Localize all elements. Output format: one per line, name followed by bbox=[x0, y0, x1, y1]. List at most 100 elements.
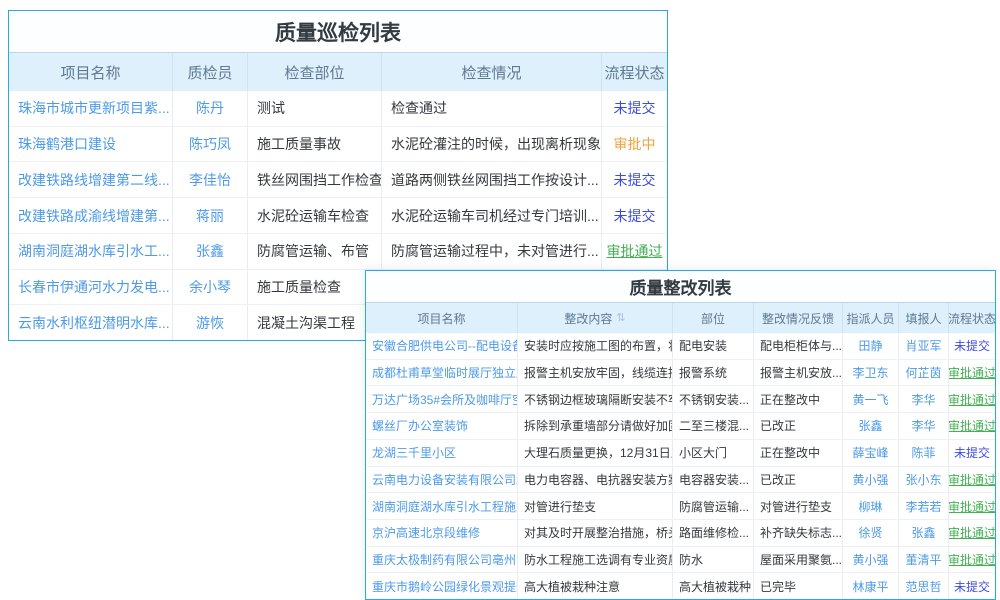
header-project-name: 项目名称 bbox=[366, 303, 518, 333]
inspector-name[interactable]: 游恢 bbox=[173, 305, 248, 340]
project-name-link[interactable]: 成都杜甫草堂临时展厅独立展... bbox=[366, 360, 518, 386]
assignee-name[interactable]: 黄小强 bbox=[843, 467, 899, 493]
project-name-link[interactable]: 螺丝厂办公室装饰 bbox=[366, 413, 518, 439]
inspection-part: 混凝土沟渠工程 bbox=[248, 305, 382, 340]
column-label: 质检员 bbox=[187, 62, 232, 83]
table-row: 珠海市城市更新项目紫...陈丹测试检查通过未提交 bbox=[9, 91, 667, 127]
reporter-name[interactable]: 李华 bbox=[899, 386, 949, 412]
process-status[interactable]: 审批通过 bbox=[949, 493, 995, 519]
assignee-name[interactable]: 李卫东 bbox=[843, 360, 899, 386]
rectification-table-header: 项目名称整改内容⇅部位整改情况反馈指派人员填报人流程状态 bbox=[366, 303, 995, 333]
process-status[interactable]: 审批通过 bbox=[949, 386, 995, 412]
table-row: 万达广场35#会所及咖啡厅空...不锈钢边框玻璃隔断安装不牢...不锈钢安装..… bbox=[366, 386, 995, 413]
table-row: 云南电力设备安装有限公司20...电力电容器、电抗器安装方案...电容器安装..… bbox=[366, 467, 995, 494]
process-status[interactable]: 审批通过 bbox=[949, 467, 995, 493]
part: 小区大门 bbox=[673, 440, 754, 466]
assignee-name[interactable]: 林康平 bbox=[843, 573, 899, 599]
process-status[interactable]: 审批通过 bbox=[949, 520, 995, 546]
project-name-link[interactable]: 湖南洞庭湖水库引水工... bbox=[9, 234, 173, 269]
column-label: 检查部位 bbox=[284, 62, 344, 83]
project-name-link[interactable]: 京沪高速北京段维修 bbox=[366, 520, 518, 546]
inspector-name[interactable]: 陈巧凤 bbox=[173, 127, 248, 162]
inspector-name[interactable]: 余小琴 bbox=[173, 270, 248, 305]
column-label: 检查情况 bbox=[461, 62, 521, 83]
rectify-content: 电力电容器、电抗器安装方案... bbox=[518, 467, 673, 493]
process-status: 未提交 bbox=[949, 440, 995, 466]
table-row: 改建铁路成渝线增建第...蒋丽水泥砼运输车检查水泥砼运输车司机经过专门培训...… bbox=[9, 198, 667, 234]
project-name-link[interactable]: 云南电力设备安装有限公司20... bbox=[366, 467, 518, 493]
reporter-name[interactable]: 李若若 bbox=[899, 493, 949, 519]
header-inspection-part: 检查部位 bbox=[248, 53, 382, 91]
project-name-link[interactable]: 珠海市城市更新项目紫... bbox=[9, 91, 173, 126]
feedback: 配电柜柜体与... bbox=[754, 333, 843, 359]
table-row: 珠海鹤港口建设陈巧凤施工质量事故水泥砼灌注的时候，出现离析现象审批中 bbox=[9, 127, 667, 163]
part: 电容器安装... bbox=[673, 467, 754, 493]
feedback: 已改正 bbox=[754, 413, 843, 439]
assignee-name[interactable]: 徐贤 bbox=[843, 520, 899, 546]
reporter-name[interactable]: 张小东 bbox=[899, 467, 949, 493]
rectify-content: 报警主机安放牢固，线缆连接... bbox=[518, 360, 673, 386]
reporter-name[interactable]: 李华 bbox=[899, 413, 949, 439]
header-rectify-content[interactable]: 整改内容⇅ bbox=[518, 303, 673, 333]
project-name-link[interactable]: 龙湖三千里小区 bbox=[366, 440, 518, 466]
assignee-name[interactable]: 黄小强 bbox=[843, 547, 899, 573]
project-name-link[interactable]: 珠海鹤港口建设 bbox=[9, 127, 173, 162]
header-feedback: 整改情况反馈 bbox=[754, 303, 843, 333]
project-name-link[interactable]: 万达广场35#会所及咖啡厅空... bbox=[366, 386, 518, 412]
feedback: 已改正 bbox=[754, 467, 843, 493]
rectify-content: 不锈钢边框玻璃隔断安装不牢... bbox=[518, 386, 673, 412]
reporter-name[interactable]: 何芷茵 bbox=[899, 360, 949, 386]
part: 高大植被栽种 bbox=[673, 573, 754, 599]
rectification-table-card: 质量整改列表 项目名称整改内容⇅部位整改情况反馈指派人员填报人流程状态 安徽合肥… bbox=[365, 270, 996, 600]
project-name-link[interactable]: 安徽合肥供电公司--配电设备... bbox=[366, 333, 518, 359]
reporter-name[interactable]: 范思哲 bbox=[899, 573, 949, 599]
assignee-name[interactable]: 薛宝峰 bbox=[843, 440, 899, 466]
reporter-name[interactable]: 肖亚军 bbox=[899, 333, 949, 359]
process-status: 未提交 bbox=[949, 573, 995, 599]
inspection-table-header: 项目名称质检员检查部位检查情况流程状态 bbox=[9, 53, 667, 91]
reporter-name[interactable]: 陈菲 bbox=[899, 440, 949, 466]
process-status[interactable]: 审批通过 bbox=[949, 547, 995, 573]
reporter-name[interactable]: 董清平 bbox=[899, 547, 949, 573]
process-status[interactable]: 审批通过 bbox=[949, 413, 995, 439]
inspector-name[interactable]: 蒋丽 bbox=[173, 198, 248, 233]
project-name-link[interactable]: 重庆太极制药有限公司亳州中... bbox=[366, 547, 518, 573]
assignee-name[interactable]: 田静 bbox=[843, 333, 899, 359]
project-name-link[interactable]: 改建铁路线增建第二线... bbox=[9, 162, 173, 197]
assignee-name[interactable]: 柳琳 bbox=[843, 493, 899, 519]
table-row: 螺丝厂办公室装饰拆除到承重墙部分请做好加固...二至三楼混...已改正张鑫李华审… bbox=[366, 413, 995, 440]
assignee-name[interactable]: 黄一飞 bbox=[843, 386, 899, 412]
inspection-situation: 检查通过 bbox=[382, 91, 602, 126]
column-label: 填报人 bbox=[905, 310, 941, 327]
reporter-name[interactable]: 张鑫 bbox=[899, 520, 949, 546]
part: 不锈钢安装... bbox=[673, 386, 754, 412]
inspector-name[interactable]: 陈丹 bbox=[173, 91, 248, 126]
inspection-part: 施工质量事故 bbox=[248, 127, 382, 162]
process-status[interactable]: 审批通过 bbox=[949, 360, 995, 386]
header-part: 部位 bbox=[673, 303, 754, 333]
process-status: 未提交 bbox=[602, 198, 667, 233]
process-status[interactable]: 审批通过 bbox=[602, 234, 667, 269]
sort-icon[interactable]: ⇅ bbox=[616, 313, 625, 324]
column-label: 流程状态 bbox=[949, 310, 995, 327]
inspection-situation: 水泥砼灌注的时候，出现离析现象 bbox=[382, 127, 602, 162]
project-name-link[interactable]: 重庆市鹅岭公园绿化景观提升... bbox=[366, 573, 518, 599]
header-assignee: 指派人员 bbox=[843, 303, 899, 333]
part: 二至三楼混... bbox=[673, 413, 754, 439]
inspector-name[interactable]: 张鑫 bbox=[173, 234, 248, 269]
project-name-link[interactable]: 改建铁路成渝线增建第... bbox=[9, 198, 173, 233]
assignee-name[interactable]: 张鑫 bbox=[843, 413, 899, 439]
feedback: 屋面采用聚氨... bbox=[754, 547, 843, 573]
inspector-name[interactable]: 李佳怡 bbox=[173, 162, 248, 197]
project-name-link[interactable]: 云南水利枢纽潜明水库... bbox=[9, 305, 173, 340]
part: 防水 bbox=[673, 547, 754, 573]
part: 报警系统 bbox=[673, 360, 754, 386]
project-name-link[interactable]: 长春市伊通河水力发电... bbox=[9, 270, 173, 305]
process-status: 审批中 bbox=[602, 127, 667, 162]
table-row: 京沪高速北京段维修对其及时开展整治措施，桥头...路面维修检...补齐缺失标志.… bbox=[366, 520, 995, 547]
table-row: 重庆太极制药有限公司亳州中...防水工程施工选调有专业资质...防水屋面采用聚氨… bbox=[366, 547, 995, 574]
part: 配电安装 bbox=[673, 333, 754, 359]
project-name-link[interactable]: 湖南洞庭湖水库引水工程施工I标 bbox=[366, 493, 518, 519]
inspection-situation: 防腐管运输过程中，未对管进行... bbox=[382, 234, 602, 269]
inspection-part: 防腐管运输、布管 bbox=[248, 234, 382, 269]
